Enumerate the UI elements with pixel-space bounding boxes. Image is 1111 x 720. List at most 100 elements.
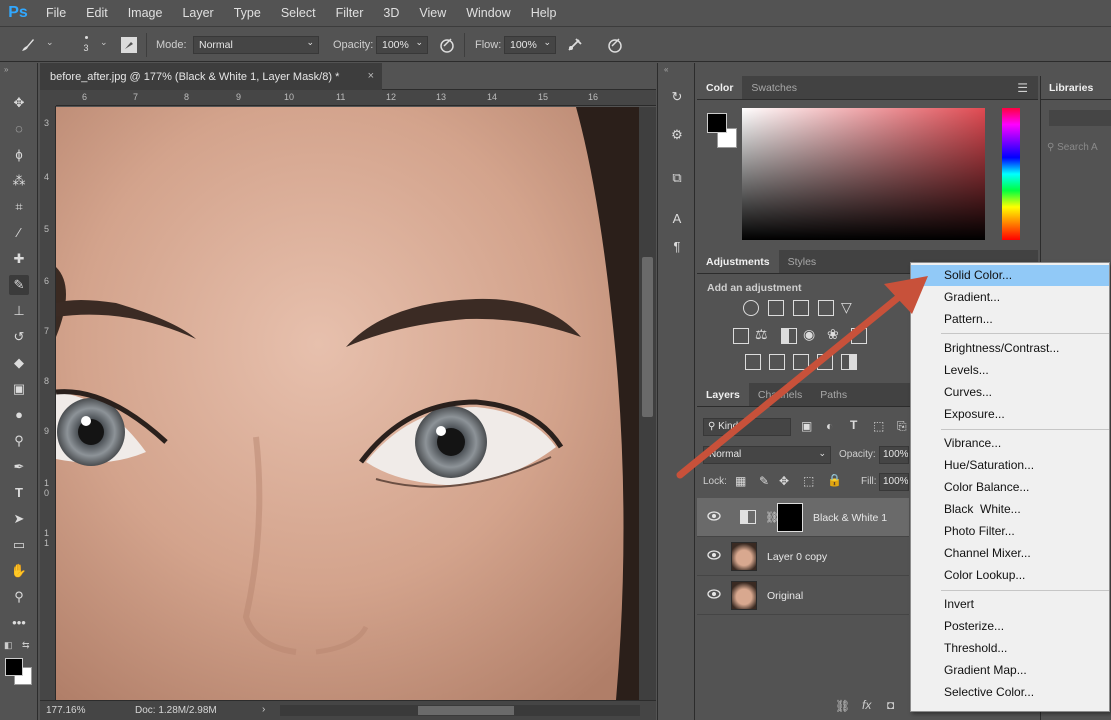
- panel-menu-icon[interactable]: ☰: [1017, 81, 1028, 95]
- add-mask-icon[interactable]: ◘: [887, 698, 894, 712]
- foreground-color-swatch[interactable]: [707, 113, 727, 133]
- vertical-scrollbar[interactable]: [639, 107, 656, 700]
- eye-icon[interactable]: [707, 589, 721, 599]
- chevron-down-icon[interactable]: ⌄: [100, 37, 108, 48]
- collapse-icon[interactable]: »: [4, 65, 8, 74]
- close-icon[interactable]: ×: [368, 70, 374, 82]
- menu-item-pattern[interactable]: Pattern...: [911, 309, 1109, 330]
- hand-tool-icon[interactable]: ✋: [9, 561, 29, 581]
- default-colors-icon[interactable]: ◧: [4, 640, 13, 651]
- menu-view[interactable]: View: [409, 6, 456, 20]
- menu-item-selective-color[interactable]: Selective Color...: [911, 682, 1109, 703]
- character-icon[interactable]: A: [667, 209, 687, 229]
- mode-select[interactable]: Normal ⌄: [193, 36, 319, 54]
- gradient-tool-icon[interactable]: ▣: [9, 379, 29, 399]
- zoom-tool-icon[interactable]: ⚲: [9, 587, 29, 607]
- menu-help[interactable]: Help: [521, 6, 567, 20]
- menu-3d[interactable]: 3D: [373, 6, 409, 20]
- chevron-right-icon[interactable]: ›: [262, 704, 265, 715]
- menu-edit[interactable]: Edit: [76, 6, 118, 20]
- foreground-color-swatch[interactable]: [5, 658, 23, 676]
- swap-colors-icon[interactable]: ⇆: [22, 640, 30, 651]
- menu-layer[interactable]: Layer: [172, 6, 223, 20]
- pen-tool-icon[interactable]: ✒: [9, 457, 29, 477]
- layer-mask-thumbnail[interactable]: [777, 503, 803, 532]
- history-brush-tool-icon[interactable]: ↺: [9, 327, 29, 347]
- layer-name[interactable]: Original: [767, 590, 803, 602]
- flow-field[interactable]: 100% ⌄: [504, 36, 556, 54]
- document-canvas[interactable]: [56, 107, 639, 700]
- layer-row[interactable]: Layer 0 copy: [697, 537, 909, 576]
- clone-source-icon[interactable]: ⧉: [667, 168, 687, 188]
- more-tools-icon[interactable]: •••: [9, 613, 29, 633]
- menu-item-gradient-map[interactable]: Gradient Map...: [911, 660, 1109, 681]
- menu-item-vibrance[interactable]: Vibrance...: [911, 433, 1109, 454]
- pressure-opacity-icon[interactable]: [437, 35, 457, 55]
- menu-item-channel-mixer[interactable]: Channel Mixer...: [911, 543, 1109, 564]
- menu-filter[interactable]: Filter: [326, 6, 374, 20]
- layer-row[interactable]: ⛓ Black & White 1: [697, 498, 909, 537]
- link-layers-icon[interactable]: ⛓: [835, 699, 850, 713]
- menu-item-levels[interactable]: Levels...: [911, 360, 1109, 381]
- rectangle-tool-icon[interactable]: ▭: [9, 535, 29, 555]
- layer-row[interactable]: Original: [697, 576, 909, 615]
- library-select[interactable]: [1049, 110, 1111, 126]
- menu-type[interactable]: Type: [224, 6, 271, 20]
- move-tool-icon[interactable]: ✥: [9, 93, 29, 113]
- menu-item-photo-filter[interactable]: Photo Filter...: [911, 521, 1109, 542]
- brush-tool-icon[interactable]: ✎: [9, 275, 29, 295]
- menu-item-posterize[interactable]: Posterize...: [911, 616, 1109, 637]
- menu-item-curves[interactable]: Curves...: [911, 382, 1109, 403]
- collapse-icon[interactable]: «: [664, 65, 668, 74]
- history-icon[interactable]: ↻: [667, 87, 687, 107]
- menu-item-color-balance[interactable]: Color Balance...: [911, 477, 1109, 498]
- tab-color[interactable]: Color: [697, 76, 743, 99]
- menu-item-threshold[interactable]: Threshold...: [911, 638, 1109, 659]
- menu-item-invert[interactable]: Invert: [911, 594, 1109, 615]
- menu-item-hue-saturation[interactable]: Hue/Saturation...: [911, 455, 1109, 476]
- scrollbar-thumb[interactable]: [642, 257, 653, 417]
- hue-slider[interactable]: [1002, 108, 1020, 240]
- blur-tool-icon[interactable]: ●: [9, 405, 29, 425]
- lasso-tool-icon[interactable]: ϕ: [9, 145, 29, 165]
- eye-icon[interactable]: [707, 511, 721, 521]
- path-select-tool-icon[interactable]: ➤: [9, 509, 29, 529]
- brush-settings-icon[interactable]: [119, 35, 139, 55]
- color-spectrum[interactable]: [742, 108, 985, 240]
- fx-icon[interactable]: fx: [862, 698, 871, 712]
- type-tool-icon[interactable]: T: [9, 483, 29, 503]
- menu-item-exposure[interactable]: Exposure...: [911, 404, 1109, 425]
- menu-item-gradient[interactable]: Gradient...: [911, 287, 1109, 308]
- menu-select[interactable]: Select: [271, 6, 326, 20]
- library-search-input[interactable]: ⚲ Search A: [1045, 140, 1111, 156]
- menu-item-solid-color[interactable]: Solid Color...: [911, 265, 1109, 286]
- menu-item-brightness-contrast[interactable]: Brightness/Contrast...: [911, 338, 1109, 359]
- zoom-level[interactable]: 177.16%: [46, 705, 85, 716]
- airbrush-icon[interactable]: [565, 35, 585, 55]
- opacity-field[interactable]: 100% ⌄: [376, 36, 428, 54]
- brush-tool-icon[interactable]: [18, 35, 38, 55]
- eye-icon[interactable]: [707, 550, 721, 560]
- libraries-title[interactable]: Libraries: [1041, 76, 1111, 100]
- horizontal-scrollbar[interactable]: [280, 705, 640, 716]
- layer-name[interactable]: Black & White 1: [813, 512, 887, 524]
- crop-tool-icon[interactable]: ⌗: [9, 197, 29, 217]
- dodge-tool-icon[interactable]: ⚲: [9, 431, 29, 451]
- brush-presets-icon[interactable]: ⚙: [667, 125, 687, 145]
- chevron-down-icon[interactable]: ⌄: [46, 37, 54, 48]
- marquee-tool-icon[interactable]: ◌: [9, 119, 29, 139]
- document-tab[interactable]: before_after.jpg @ 177% (Black & White 1…: [40, 63, 382, 90]
- clone-stamp-tool-icon[interactable]: ⊥: [9, 301, 29, 321]
- healing-brush-tool-icon[interactable]: ✚: [9, 249, 29, 269]
- scrollbar-thumb[interactable]: [418, 706, 514, 715]
- brush-size-preview[interactable]: 3: [80, 33, 92, 57]
- menu-image[interactable]: Image: [118, 6, 173, 20]
- eyedropper-tool-icon[interactable]: ⁄: [9, 223, 29, 243]
- eraser-tool-icon[interactable]: ◆: [9, 353, 29, 373]
- layer-name[interactable]: Layer 0 copy: [767, 551, 827, 563]
- menu-window[interactable]: Window: [456, 6, 520, 20]
- menu-file[interactable]: File: [36, 6, 76, 20]
- menu-item-black-white[interactable]: Black White...: [911, 499, 1109, 520]
- paragraph-icon[interactable]: ¶: [667, 237, 687, 257]
- quick-select-tool-icon[interactable]: ⁂: [9, 171, 29, 191]
